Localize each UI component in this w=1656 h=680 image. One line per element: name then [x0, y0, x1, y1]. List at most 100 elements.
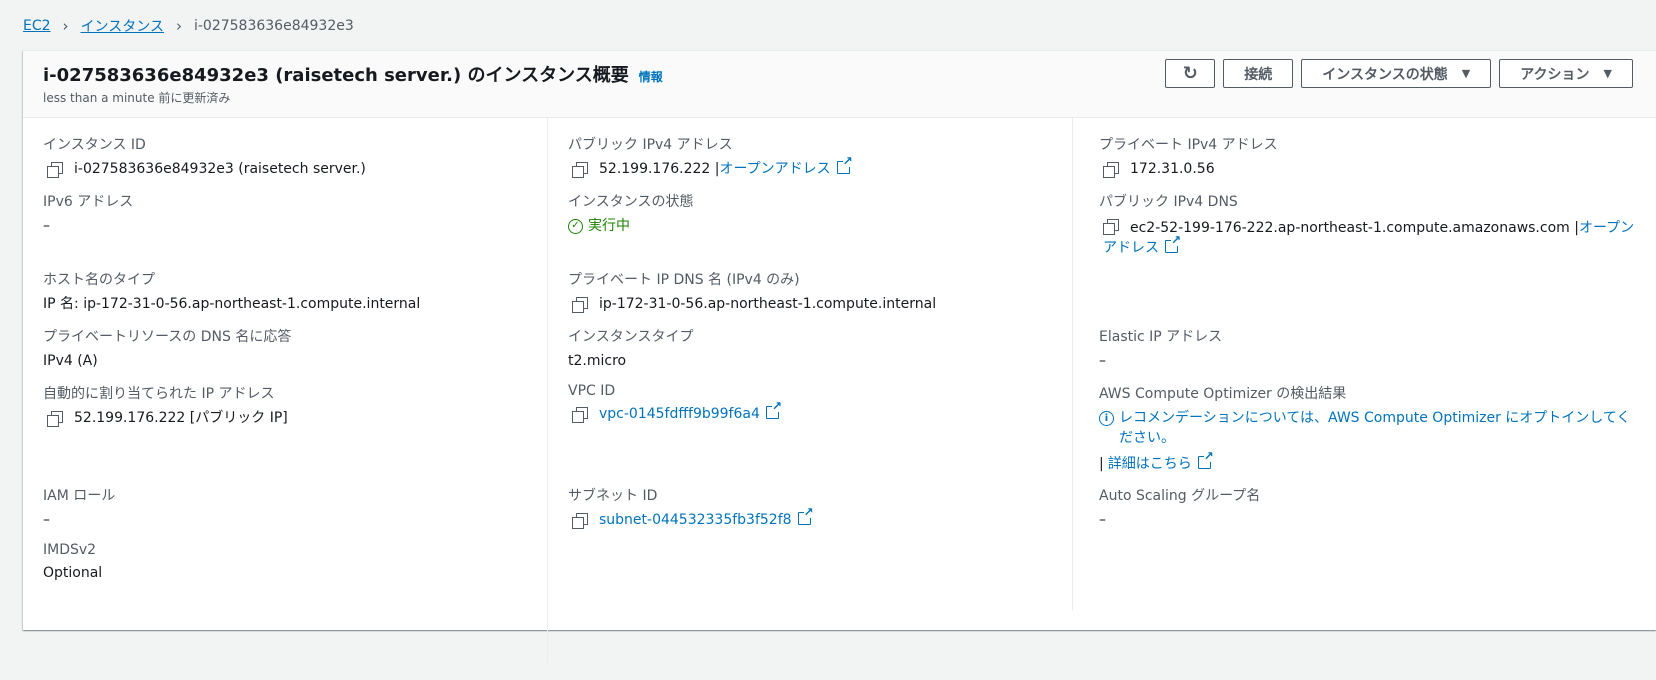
- refresh-icon: ↻: [1182, 63, 1198, 84]
- open-address-link[interactable]: オープンアドレス: [719, 155, 853, 179]
- imdsv2-field: IMDSv2 Optional: [43, 542, 547, 583]
- ipv6-field: IPv6 アドレス –: [43, 191, 547, 236]
- copy-icon[interactable]: [47, 162, 63, 178]
- instance-id-value: i-027583636e84932e3 (raisetech server.): [74, 161, 366, 177]
- breadcrumb-instances-link[interactable]: インスタンス: [81, 16, 164, 36]
- public-ipv4-dns-field: パブリック IPv4 DNS ec2-52-199-176-222.ap-nor…: [1099, 191, 1639, 258]
- instance-state-value: 実行中: [588, 218, 630, 234]
- field-value-row: 172.31.0.56: [1099, 159, 1639, 179]
- ipv6-value: –: [43, 218, 50, 234]
- public-ipv4-field: パブリック IPv4 アドレス 52.199.176.222 | オープンアドレ…: [568, 134, 1072, 179]
- field-label: パブリック IPv4 DNS: [1099, 194, 1238, 210]
- auto-ip-field: 自動的に割り当てられた IP アドレス 52.199.176.222 [パブリッ…: [43, 383, 547, 428]
- panel-header: i-027583636e84932e3 (raisetech server.) …: [23, 51, 1656, 118]
- instance-state-status: ✓ 実行中: [568, 216, 1072, 236]
- compute-optimizer-field: AWS Compute Optimizer の検出結果 i レコメンデーションに…: [1099, 383, 1639, 474]
- field-label: インスタンスの状態: [568, 194, 694, 210]
- auto-ip-value: 52.199.176.222 [パブリック IP]: [74, 410, 288, 426]
- field-label: Elastic IP アドレス: [1099, 329, 1223, 345]
- private-ipv4-value: 172.31.0.56: [1130, 161, 1215, 177]
- subnet-id-link[interactable]: subnet-044532335fb3f52f8: [599, 506, 814, 530]
- private-dns-answer-field: プライベートリソースの DNS 名に応答 IPv4 (A): [43, 326, 547, 371]
- actions-label: アクション: [1520, 66, 1590, 83]
- public-ipv4-value: 52.199.176.222 |: [599, 161, 720, 177]
- details-label: 詳細はこちら: [1107, 456, 1192, 472]
- field-label: プライベートリソースの DNS 名に応答: [43, 329, 292, 345]
- hostname-type-value: IP 名: ip-172-31-0-56.ap-northeast-1.comp…: [43, 296, 421, 312]
- iam-role-value: –: [43, 512, 50, 528]
- instance-state-field: インスタンスの状態 ✓ 実行中: [568, 191, 1072, 236]
- copy-icon[interactable]: [1103, 219, 1119, 235]
- compute-optimizer-opt-in-link[interactable]: レコメンデーションについては、AWS Compute Optimizer にオプ…: [1119, 408, 1639, 448]
- refresh-button[interactable]: ↻: [1165, 59, 1216, 88]
- field-value-row: 52.199.176.222 | オープンアドレス: [568, 155, 1072, 179]
- subnet-id-value: subnet-044532335fb3f52f8: [599, 512, 792, 528]
- hostname-type-field: ホスト名のタイプ IP 名: ip-172-31-0-56.ap-northea…: [43, 269, 547, 314]
- iam-role-field: IAM ロール –: [43, 485, 547, 530]
- instance-id-field: インスタンス ID i-027583636e84932e3 (raisetech…: [43, 134, 547, 179]
- vpc-id-field: VPC ID vpc-0145fdfff9b99f6a4: [568, 383, 1072, 424]
- private-ipv4-field: プライベート IPv4 アドレス 172.31.0.56: [1099, 134, 1639, 179]
- connect-button[interactable]: 接続: [1223, 59, 1294, 88]
- vpc-id-value: vpc-0145fdfff9b99f6a4: [599, 406, 760, 422]
- field-value-row: ec2-52-199-176-222.ap-northeast-1.comput…: [1099, 216, 1639, 258]
- details-column-3: プライベート IPv4 アドレス 172.31.0.56 パブリック IPv4 …: [1099, 118, 1639, 680]
- copy-icon[interactable]: [572, 513, 588, 529]
- breadcrumb-current: i-027583636e84932e3: [193, 18, 354, 34]
- copy-icon[interactable]: [47, 411, 63, 427]
- elastic-ip-value: –: [1099, 353, 1106, 369]
- copy-icon[interactable]: [572, 407, 588, 423]
- actions-dropdown[interactable]: アクション ▼: [1499, 59, 1633, 88]
- details-column-2: パブリック IPv4 アドレス 52.199.176.222 | オープンアドレ…: [568, 118, 1073, 610]
- details-link[interactable]: 詳細はこちら: [1107, 450, 1214, 474]
- open-address-label: オープンアドレス: [719, 161, 831, 177]
- field-label: VPC ID: [568, 383, 616, 399]
- field-value-row: ip-172-31-0-56.ap-northeast-1.compute.in…: [568, 294, 1072, 314]
- field-label: IPv6 アドレス: [43, 194, 134, 210]
- external-link-icon: [1197, 450, 1214, 469]
- page-title: i-027583636e84932e3 (raisetech server.) …: [43, 65, 629, 86]
- field-label: インスタンス ID: [43, 137, 146, 153]
- private-ip-dns-field: プライベート IP DNS 名 (IPv4 のみ) ip-172-31-0-56…: [568, 269, 1072, 314]
- field-label: IMDSv2: [43, 542, 97, 558]
- field-value-row: subnet-044532335fb3f52f8: [568, 506, 1072, 530]
- field-label: サブネット ID: [568, 488, 658, 504]
- info-link[interactable]: 情報: [639, 68, 663, 85]
- caret-down-icon: ▼: [1603, 67, 1612, 80]
- field-label: パブリック IPv4 アドレス: [568, 137, 733, 153]
- public-ipv4-dns-value: ec2-52-199-176-222.ap-northeast-1.comput…: [1130, 220, 1579, 236]
- copy-icon[interactable]: [572, 297, 588, 313]
- external-link-icon: [1165, 234, 1181, 253]
- field-value-row: i-027583636e84932e3 (raisetech server.): [43, 159, 547, 179]
- field-label: Auto Scaling グループ名: [1099, 488, 1261, 504]
- info-circle-icon: i: [1099, 411, 1114, 426]
- subnet-id-field: サブネット ID subnet-044532335fb3f52f8: [568, 485, 1072, 530]
- field-label: 自動的に割り当てられた IP アドレス: [43, 386, 275, 402]
- private-ip-dns-value: ip-172-31-0-56.ap-northeast-1.compute.in…: [599, 296, 937, 312]
- field-label: IAM ロール: [43, 488, 116, 504]
- field-value-row: vpc-0145fdfff9b99f6a4: [568, 400, 1072, 424]
- vpc-id-link[interactable]: vpc-0145fdfff9b99f6a4: [599, 400, 782, 424]
- instance-type-value: t2.micro: [568, 353, 627, 369]
- copy-icon[interactable]: [572, 162, 588, 178]
- header-actions: ↻ 接続 インスタンスの状態 ▼ アクション ▼: [1165, 59, 1633, 88]
- elastic-ip-field: Elastic IP アドレス –: [1099, 326, 1639, 371]
- external-link-icon: [765, 400, 782, 419]
- instance-state-dropdown[interactable]: インスタンスの状態 ▼: [1301, 59, 1492, 88]
- external-link-icon: [836, 155, 853, 174]
- field-label: インスタンスタイプ: [568, 329, 694, 345]
- caret-down-icon: ▼: [1461, 67, 1471, 80]
- chevron-right-icon: ›: [62, 17, 69, 35]
- auto-scaling-group-value: –: [1099, 512, 1106, 528]
- copy-icon[interactable]: [1103, 162, 1119, 178]
- private-dns-answer-value: IPv4 (A): [43, 353, 98, 369]
- details-separator: |: [1099, 456, 1104, 472]
- instance-summary-panel: i-027583636e84932e3 (raisetech server.) …: [23, 50, 1656, 663]
- instance-type-field: インスタンスタイプ t2.micro: [568, 326, 1072, 371]
- imdsv2-value: Optional: [43, 565, 103, 581]
- check-circle-icon: ✓: [568, 218, 583, 234]
- breadcrumb-ec2-link[interactable]: EC2: [23, 18, 51, 34]
- chevron-right-icon: ›: [175, 17, 182, 35]
- field-label: プライベート IPv4 アドレス: [1099, 137, 1278, 153]
- details-row: | 詳細はこちら: [1099, 450, 1639, 474]
